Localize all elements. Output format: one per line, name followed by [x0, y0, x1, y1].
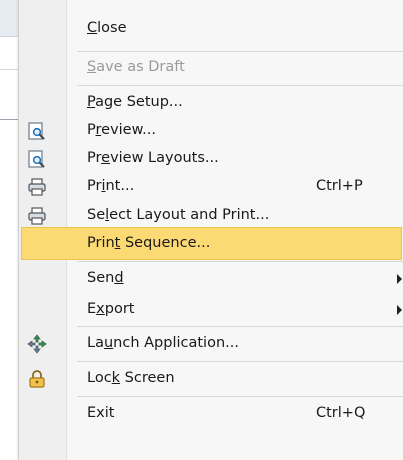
preview-icon	[28, 122, 45, 140]
menu-item-label: Save as Draft	[87, 59, 185, 75]
menu-item-label: Print Sequence...	[87, 235, 211, 251]
menu-item-label: Select Layout and Print...	[87, 207, 270, 223]
menu-item-label: Send	[87, 270, 124, 286]
lock-icon	[29, 370, 45, 388]
submenu-arrow-icon	[397, 305, 402, 315]
menu-item-print-sequence[interactable]: Print Sequence...	[19, 227, 403, 260]
menu-item-send[interactable]: Send	[19, 262, 403, 295]
menu-item-label: Preview...	[87, 122, 156, 138]
menu-item-label: Page Setup...	[87, 94, 183, 110]
file-menu: Close Save as Draft Page Setup... Previe…	[18, 0, 403, 460]
printer-icon	[28, 207, 46, 225]
preview-layouts-icon	[28, 150, 45, 168]
launch-application-icon	[27, 334, 47, 354]
menu-item-label: Exit	[87, 405, 115, 421]
menu-item-lock-screen[interactable]: Lock Screen	[19, 362, 403, 395]
menu-item-exit[interactable]: Exit Ctrl+Q	[19, 397, 403, 430]
menu-item-highlight	[21, 227, 402, 260]
menu-item-shortcut: Ctrl+P	[316, 178, 363, 194]
menu-item-label: Export	[87, 301, 135, 317]
printer-icon	[28, 178, 46, 196]
menu-item-label: Launch Application...	[87, 335, 239, 351]
menu-item-label: Close	[87, 20, 127, 36]
menu-item-export[interactable]: Export	[19, 293, 403, 326]
menu-item-label: Print...	[87, 178, 135, 194]
menu-item-save-as-draft: Save as Draft	[19, 51, 403, 84]
menu-item-launch-application[interactable]: Launch Application...	[19, 327, 403, 360]
menu-item-close[interactable]: Close	[19, 12, 403, 45]
submenu-arrow-icon	[397, 274, 402, 284]
menu-item-label: Lock Screen	[87, 370, 175, 386]
menu-item-label: Preview Layouts...	[87, 150, 219, 166]
menu-item-shortcut: Ctrl+Q	[316, 405, 366, 421]
